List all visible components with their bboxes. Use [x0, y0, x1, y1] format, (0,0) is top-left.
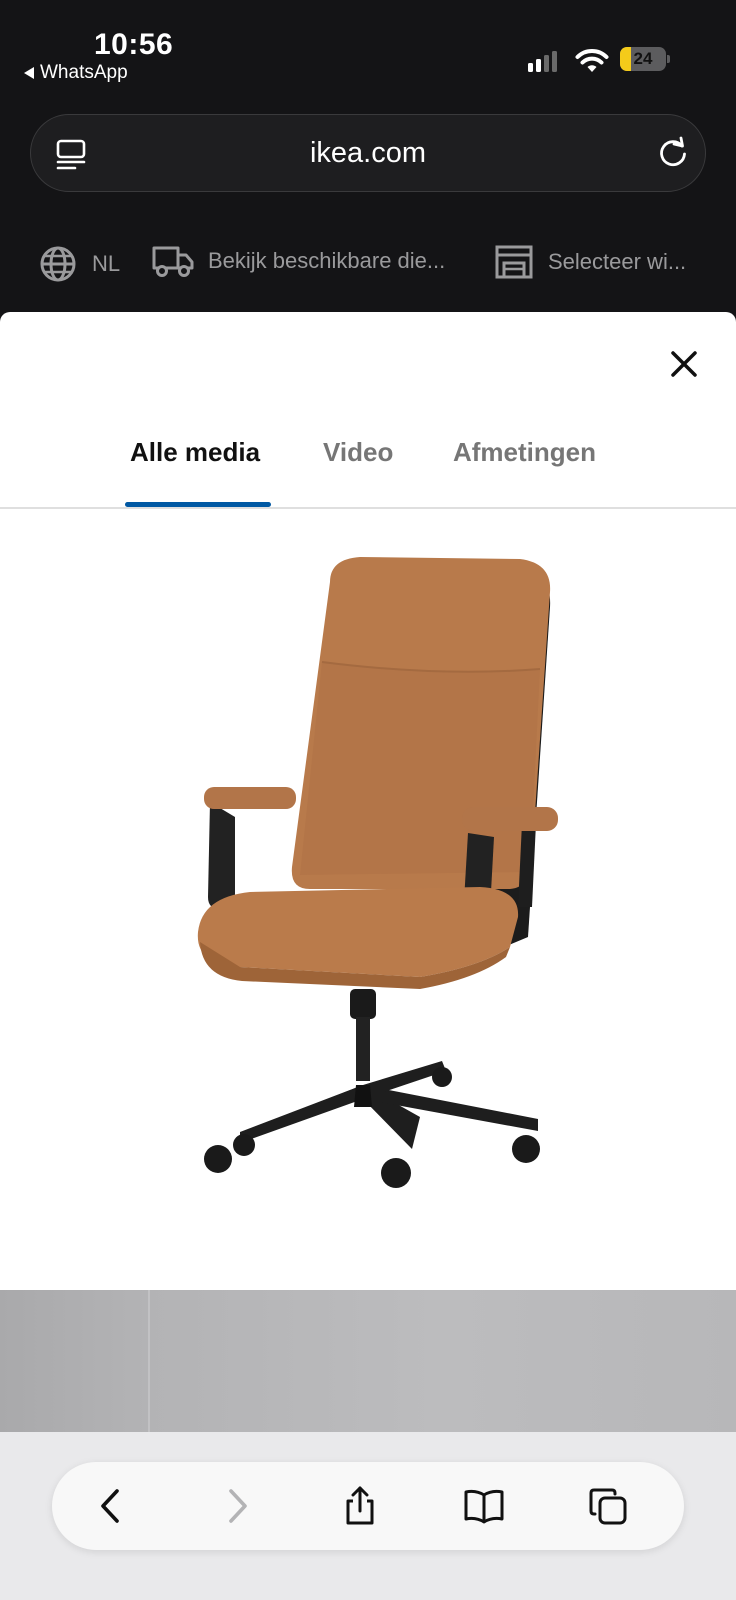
share-button[interactable] [340, 1486, 380, 1526]
back-triangle-icon [24, 67, 34, 79]
media-viewer[interactable] [0, 517, 736, 1287]
tabs-icon [589, 1488, 627, 1525]
bookmarks-button[interactable] [464, 1486, 504, 1526]
media-modal: Alle media Video Afmetingen [0, 312, 736, 1290]
next-media-preview[interactable] [0, 1290, 736, 1432]
chevron-right-icon [229, 1489, 247, 1523]
store-label: Selecteer wi... [548, 249, 687, 274]
tab-video[interactable]: Video [323, 437, 393, 468]
wifi-icon [575, 49, 609, 72]
ikea-utility-bar: NL Bekijk beschikbare die... Selecteer w… [0, 228, 736, 308]
office-chair-image [197, 557, 558, 1188]
active-tab-indicator [125, 502, 271, 507]
reload-icon[interactable] [655, 135, 691, 171]
battery-level: 24 [633, 49, 653, 68]
url-text[interactable]: ikea.com [31, 115, 705, 191]
store-icon [495, 245, 533, 279]
store-selector[interactable]: Selecteer wi... [494, 244, 686, 280]
back-to-app-link[interactable]: WhatsApp [24, 62, 128, 84]
back-app-label: WhatsApp [40, 62, 128, 83]
browser-toolbar [0, 1432, 736, 1600]
signal-bar [536, 59, 541, 72]
back-button[interactable] [92, 1486, 132, 1526]
toolbar-pill [52, 1462, 684, 1550]
address-bar[interactable]: ikea.com [30, 114, 706, 192]
globe-icon [40, 246, 76, 282]
tabs-button[interactable] [588, 1486, 628, 1526]
status-bar: 10:56 WhatsApp 24 [0, 0, 736, 100]
language-selector[interactable]: NL [38, 244, 120, 284]
tab-alle-media[interactable]: Alle media [130, 437, 260, 468]
battery-indicator: 24 [620, 47, 670, 71]
cellular-signal-icon [528, 50, 557, 72]
language-label: NL [92, 251, 121, 276]
chevron-left-icon [101, 1489, 119, 1523]
truck-icon [152, 246, 194, 277]
signal-bar [552, 51, 557, 72]
close-icon[interactable] [666, 346, 702, 382]
signal-bar [528, 63, 533, 72]
forward-button[interactable] [216, 1486, 256, 1526]
book-icon [464, 1489, 504, 1524]
tab-afmetingen[interactable]: Afmetingen [453, 437, 596, 468]
media-tabs: Alle media Video Afmetingen [0, 427, 736, 509]
share-icon [346, 1486, 374, 1525]
signal-bar [544, 55, 549, 72]
status-time: 10:56 [94, 28, 174, 61]
delivery-selector[interactable]: Bekijk beschikbare die... [152, 244, 445, 278]
delivery-label: Bekijk beschikbare die... [208, 248, 446, 273]
